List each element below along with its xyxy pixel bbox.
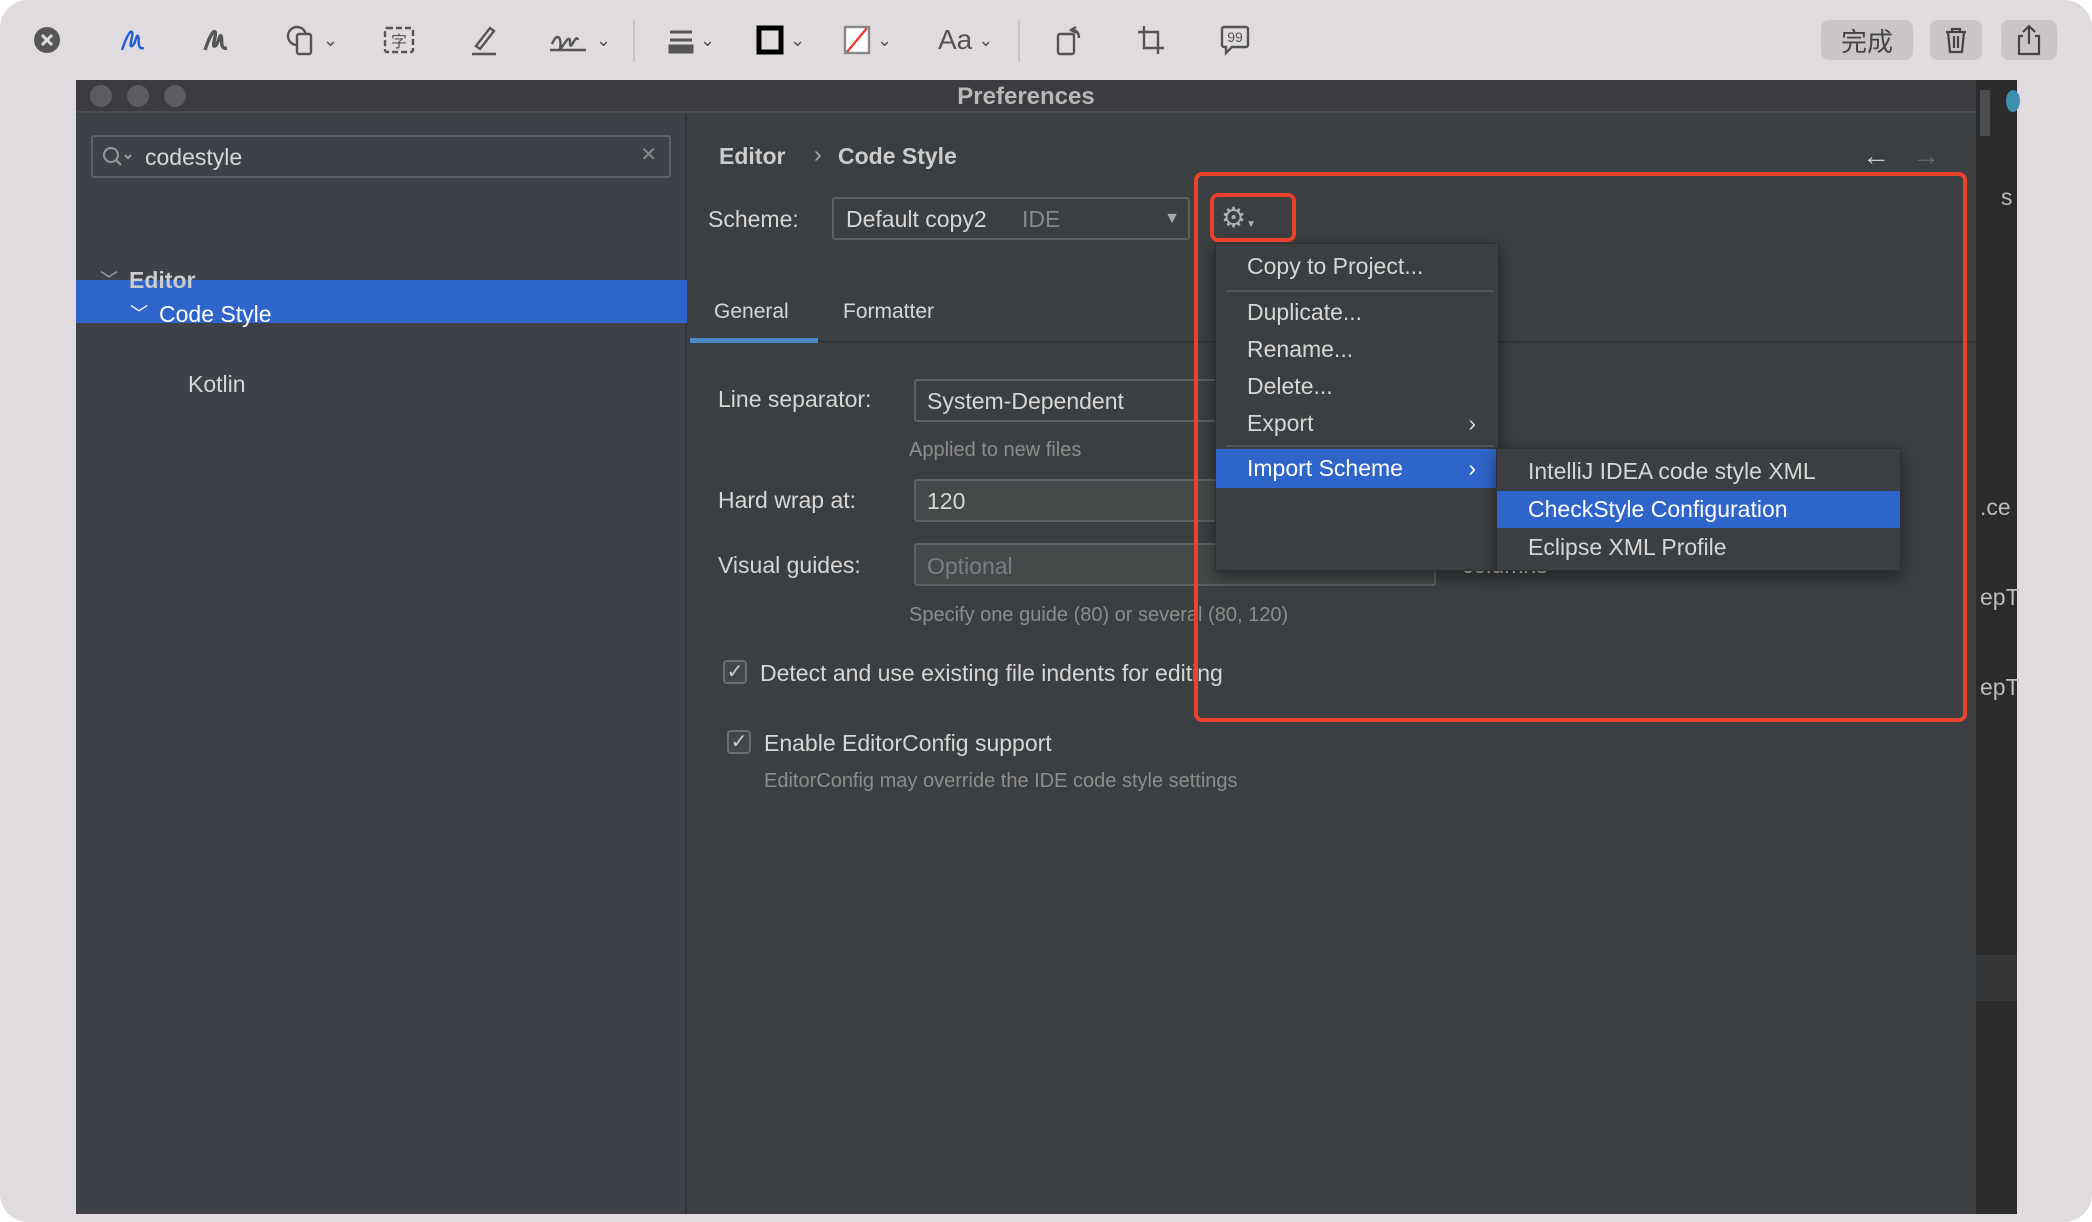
- font-label: Aa: [938, 24, 973, 55]
- toolbar-divider: [633, 20, 635, 62]
- dropdown-arrow-icon: ▼: [1164, 210, 1180, 227]
- annotation-rectangle: [1194, 172, 1967, 722]
- search-value: codestyle: [145, 144, 243, 170]
- code-fragment: .ce: [1980, 494, 2011, 520]
- svg-text:字: 字: [391, 33, 407, 51]
- draw-pen-icon[interactable]: [201, 22, 233, 58]
- highlighter-icon[interactable]: [468, 22, 500, 58]
- scheme-value: Default copy2: [846, 206, 987, 232]
- detect-indents-checkbox[interactable]: ✓: [723, 660, 747, 684]
- tree-item-kotlin[interactable]: Kotlin: [188, 373, 246, 396]
- svg-text:99: 99: [1227, 29, 1243, 45]
- visual-guides-placeholder: Optional: [927, 553, 1013, 579]
- tab-general[interactable]: General: [714, 301, 789, 322]
- editorconfig-hint: EditorConfig may override the IDE code s…: [764, 770, 1238, 792]
- tree-item-editor[interactable]: Editor: [129, 269, 195, 292]
- crop-icon[interactable]: [1136, 22, 1166, 58]
- text-box-icon[interactable]: 字: [383, 22, 415, 58]
- toolbar-divider: [1018, 20, 1020, 62]
- active-tab-indicator: [690, 338, 818, 343]
- breadcrumb-editor[interactable]: Editor: [719, 145, 785, 168]
- back-arrow-icon[interactable]: ←: [1862, 142, 1890, 170]
- speech-bubble-icon[interactable]: 99: [1220, 22, 1250, 58]
- line-separator-label: Line separator:: [718, 386, 872, 412]
- chevron-down-icon[interactable]: ﹀: [100, 271, 118, 289]
- code-fragment: epT: [1980, 674, 2020, 700]
- scheme-label: Scheme:: [708, 206, 799, 232]
- line-separator-hint: Applied to new files: [909, 439, 1082, 461]
- window-title: Preferences: [957, 83, 1095, 110]
- preferences-window: Preferences codestyle ✕ ﹀ Editor ﹀ Code …: [76, 80, 1976, 1214]
- scheme-tag: IDE: [1022, 206, 1061, 232]
- hard-wrap-label: Hard wrap at:: [718, 487, 857, 513]
- chevron-down-icon[interactable]: ﹀: [130, 305, 148, 323]
- editorconfig-label[interactable]: Enable EditorConfig support: [764, 732, 1052, 755]
- breadcrumb-separator: ›: [814, 141, 822, 167]
- signature-icon[interactable]: ⌄: [548, 22, 611, 58]
- detect-indents-label[interactable]: Detect and use existing file indents for…: [760, 662, 1223, 685]
- search-input[interactable]: codestyle ✕: [91, 135, 671, 178]
- hard-wrap-value: 120: [927, 488, 966, 514]
- scheme-select[interactable]: Default copy2 IDE ▼: [832, 197, 1190, 240]
- share-icon[interactable]: [2001, 20, 2057, 60]
- code-fragment: epT: [1980, 584, 2020, 610]
- tree-item-code-style[interactable]: Code Style: [159, 303, 272, 326]
- editorconfig-checkbox[interactable]: ✓: [727, 730, 751, 754]
- trash-icon[interactable]: [1930, 20, 1982, 60]
- font-icon[interactable]: Aa ⌄: [938, 22, 993, 58]
- code-fragment: s: [2001, 184, 2013, 210]
- border-color-icon[interactable]: ⌄: [756, 22, 805, 58]
- fill-color-icon[interactable]: ⌄: [843, 22, 892, 58]
- line-style-icon[interactable]: ⌄: [668, 22, 715, 58]
- done-button[interactable]: 完成: [1821, 20, 1913, 60]
- markup-editor: ⌄ 字 ⌄ ⌄ ⌄ ⌄ Aa ⌄ 99 完成 s .ce epT epT Pref…: [0, 0, 2092, 1222]
- close-icon[interactable]: [32, 22, 62, 58]
- rotate-icon[interactable]: [1055, 22, 1085, 58]
- sketch-pen-icon[interactable]: [118, 22, 150, 58]
- title-bar: Preferences: [76, 80, 1976, 113]
- tab-formatter[interactable]: Formatter: [843, 301, 934, 322]
- shapes-icon[interactable]: ⌄: [285, 22, 338, 58]
- background-editor: s .ce epT epT: [1976, 80, 2020, 1214]
- clear-search-icon[interactable]: ✕: [640, 145, 657, 165]
- forward-arrow-icon[interactable]: →: [1912, 142, 1940, 170]
- line-separator-value: System-Dependent: [927, 388, 1124, 414]
- visual-guides-label: Visual guides:: [718, 552, 861, 578]
- annotation-rectangle: [1210, 193, 1296, 242]
- settings-sidebar: codestyle ✕ ﹀ Editor ﹀ Code Style Kotlin: [76, 115, 687, 1214]
- breadcrumb-code-style: Code Style: [838, 143, 957, 169]
